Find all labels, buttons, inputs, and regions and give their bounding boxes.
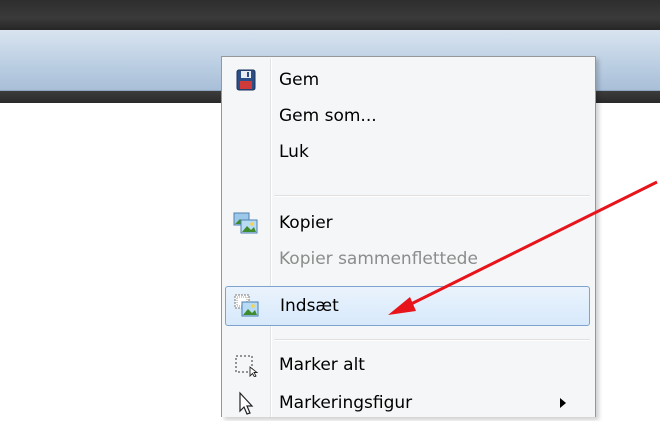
- menu-item-label: Marker alt: [279, 355, 365, 375]
- menu-item-selection-shape[interactable]: Markeringsfigur: [225, 385, 590, 421]
- menu-item-save[interactable]: Gem: [225, 62, 590, 98]
- menu-item-label: Kopier sammenflettede: [279, 249, 478, 269]
- menu-item-paste[interactable]: Indsæt: [225, 286, 590, 326]
- menu-item-label: Luk: [279, 142, 309, 162]
- menu-item-copy-merged: Kopier sammenflettede: [225, 241, 590, 277]
- floppy-disk-icon: [236, 69, 256, 91]
- select-all-icon: [235, 355, 259, 377]
- menu-item-label: Gem: [279, 70, 320, 90]
- menu-item-close[interactable]: Luk: [225, 134, 590, 170]
- menu-separator: [274, 195, 590, 197]
- submenu-arrow-icon: [560, 398, 566, 408]
- pointer-icon: [239, 391, 254, 415]
- menu-item-label: Kopier: [279, 213, 333, 233]
- menu-item-label: Gem som...: [279, 106, 377, 126]
- menu-item-save-as[interactable]: Gem som...: [225, 98, 590, 134]
- menu-item-select-all[interactable]: Marker alt: [225, 347, 590, 383]
- window-titlebar: [0, 0, 660, 30]
- menu-item-label: Indsæt: [280, 296, 339, 316]
- copy-image-icon: [233, 212, 258, 234]
- menu-separator: [274, 339, 590, 341]
- menu-item-label: Markeringsfigur: [279, 393, 413, 413]
- paste-image-icon: [234, 294, 259, 317]
- context-menu: Gem Gem som... Luk Kopier Kopier sammenf…: [221, 56, 596, 417]
- menu-item-copy[interactable]: Kopier: [225, 205, 590, 241]
